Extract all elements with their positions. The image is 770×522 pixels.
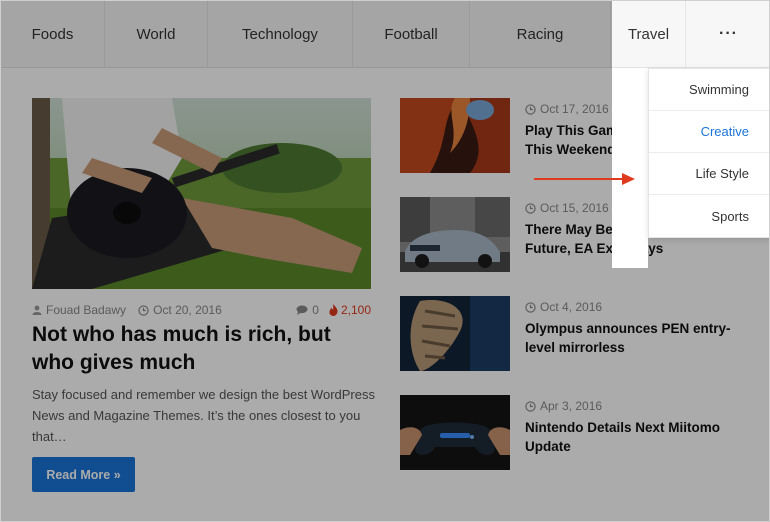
post-date: Oct 4, 2016 [525, 300, 602, 314]
more-dropdown-menu: Swimming Creative Life Style Sports [648, 68, 769, 238]
featured-excerpt: Stay focused and remember we design the … [32, 387, 375, 444]
nav-label: Technology [242, 25, 318, 43]
post-date: Oct 15, 2016 [525, 201, 609, 215]
featured-date: Oct 20, 2016 [138, 303, 222, 317]
more-menu-button[interactable]: ··· [686, 1, 769, 67]
post-date-text: Apr 3, 2016 [540, 399, 603, 413]
featured-title[interactable]: Not who has much is rich, but who gives … [32, 321, 377, 377]
post-date: Oct 17, 2016 [525, 102, 609, 116]
clock-icon [525, 202, 536, 214]
featured-meta: Fouad Badawy Oct 20, 2016 0 2,100 [32, 302, 371, 318]
clock-icon [525, 301, 536, 313]
dropdown-label: Creative [700, 124, 749, 139]
nav-item-technology[interactable]: Technology [208, 1, 353, 67]
comments-icon[interactable] [296, 305, 308, 315]
nav-item-travel[interactable]: Travel [612, 1, 686, 67]
nav-item-world[interactable]: World [105, 1, 208, 67]
post-title[interactable]: Nintendo Details Next Miitomo Update [525, 418, 755, 456]
dropdown-label: Life Style [695, 166, 749, 181]
nav-item-racing[interactable]: Racing [470, 1, 611, 67]
dropdown-item-sports[interactable]: Sports [649, 195, 769, 237]
views: 2,100 [329, 303, 371, 317]
dropdown-item-swimming[interactable]: Swimming [649, 69, 769, 111]
nav-label: Racing [516, 25, 564, 43]
nav-label: World [136, 25, 176, 43]
post-date: Apr 3, 2016 [525, 399, 602, 413]
page-frame: Foods World Technology Football Racing F… [0, 0, 770, 522]
author[interactable]: Fouad Badawy [32, 303, 126, 317]
post-date-text: Oct 15, 2016 [540, 201, 609, 215]
user-icon [32, 305, 42, 315]
post-thumbnail[interactable] [400, 98, 510, 173]
dropdown-item-life-style[interactable]: Life Style [649, 153, 769, 195]
post-date-text: Oct 4, 2016 [540, 300, 603, 314]
clock-icon [138, 304, 149, 316]
post-date-text: Oct 17, 2016 [540, 102, 609, 116]
view-count: 2,100 [340, 303, 371, 317]
author-name: Fouad Badawy [46, 303, 127, 317]
date-text: Oct 20, 2016 [153, 303, 222, 317]
clock-icon [525, 400, 536, 412]
dropdown-label: Swimming [689, 82, 749, 97]
dropdown-label: Sports [711, 208, 749, 224]
more-icon: ··· [719, 25, 738, 42]
featured-image[interactable] [32, 98, 371, 289]
post-thumbnail[interactable] [400, 395, 510, 470]
nav-item-football[interactable]: Football [353, 1, 470, 67]
post-thumbnail[interactable] [400, 296, 510, 371]
nav-label: Foods [31, 25, 74, 43]
list-item[interactable]: Oct 4, 2016 Olympus announces PEN entry-… [400, 296, 740, 372]
featured-stats: 0 2,100 [296, 303, 371, 317]
post-title[interactable]: Olympus announces PEN entry-level mirror… [525, 319, 755, 357]
post-thumbnail[interactable] [400, 197, 510, 272]
comment-count: 0 [312, 303, 319, 317]
nav-item-foods[interactable]: Foods [1, 1, 105, 67]
fire-icon [329, 304, 338, 316]
list-item[interactable]: Apr 3, 2016 Nintendo Details Next Miitom… [400, 395, 740, 471]
highlighted-nav: Travel ··· [612, 1, 769, 68]
clock-icon [525, 103, 536, 115]
dropdown-item-creative[interactable]: Creative [649, 111, 769, 153]
pointer-arrow-icon [534, 171, 636, 187]
dropdown-highlight-strip [612, 68, 648, 268]
read-more-button[interactable]: Read More » [32, 457, 135, 492]
nav-label: Football [384, 25, 438, 43]
nav-label: Travel [627, 25, 670, 43]
